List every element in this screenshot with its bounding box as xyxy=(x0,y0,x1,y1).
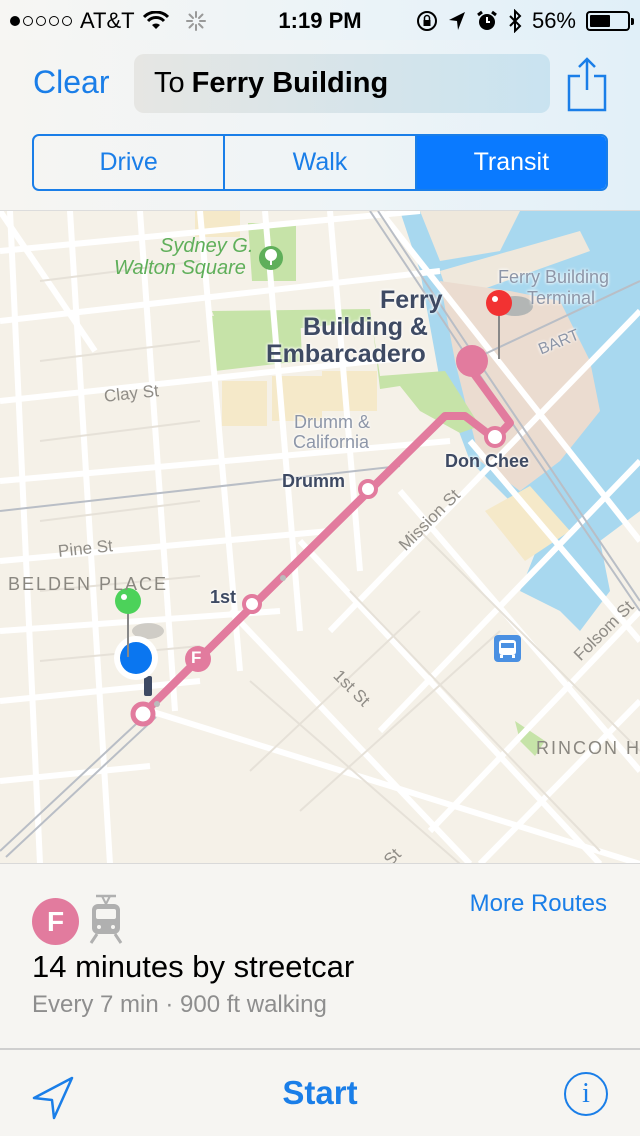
bluetooth-icon xyxy=(509,9,522,33)
stop-don-chee xyxy=(484,426,506,448)
f-line-badge: F xyxy=(32,898,79,945)
route-duration: 14 minutes by streetcar xyxy=(32,949,355,984)
stop-1st xyxy=(242,594,262,614)
block xyxy=(322,371,377,411)
poi-label-line2[interactable]: Building & xyxy=(303,314,428,341)
carrier-name: AT&T xyxy=(80,8,135,33)
destination-field[interactable]: To Ferry Building xyxy=(134,54,550,113)
rincon-hill-label: RINCON H xyxy=(536,738,640,758)
wifi-icon xyxy=(142,11,169,29)
share-icon[interactable] xyxy=(566,56,608,112)
bus-stop-icon xyxy=(494,635,521,662)
route-start-stop xyxy=(130,701,156,727)
destination-prefix: To xyxy=(154,67,185,99)
walking-segment xyxy=(144,676,152,696)
route-details: Every 7 min · 900 ft walking xyxy=(32,991,327,1018)
poi-label-line3[interactable]: Embarcadero xyxy=(266,341,426,368)
transport-mode-selector: Drive Walk Transit xyxy=(32,134,608,191)
don-chee-stop-label[interactable]: Don Chee xyxy=(445,451,529,472)
destination-name: Ferry Building xyxy=(191,67,389,99)
map-view[interactable]: Sydney G. Walton Square Ferry Building &… xyxy=(0,210,640,864)
clear-button[interactable]: Clear xyxy=(33,64,109,101)
location-arrow-icon xyxy=(448,12,465,30)
current-location-dot xyxy=(120,642,152,674)
start-button[interactable]: Start xyxy=(282,1074,357,1111)
location-arrow-icon[interactable] xyxy=(30,1074,76,1120)
drumm-stop-label[interactable]: Drumm xyxy=(282,471,345,492)
stop-drumm xyxy=(358,479,378,499)
battery-percent: 56% xyxy=(531,8,576,33)
mode-walk-tab[interactable]: Walk xyxy=(225,136,417,189)
bottom-toolbar: Start i xyxy=(0,1048,640,1136)
park-label-line1[interactable]: Sydney G. xyxy=(160,235,253,257)
mode-transit-tab[interactable]: Transit xyxy=(416,136,606,189)
terminal-label-line2[interactable]: Terminal xyxy=(527,288,595,308)
info-icon: i xyxy=(582,1078,590,1109)
alarm-icon xyxy=(477,10,497,30)
clock: 1:19 PM xyxy=(278,8,362,33)
terminal-label-line1[interactable]: Ferry Building xyxy=(498,267,609,287)
minor-stop xyxy=(280,575,286,581)
drumm-california-label-line1[interactable]: Drumm & xyxy=(294,412,370,432)
battery-icon xyxy=(586,11,634,31)
mode-drive-tab[interactable]: Drive xyxy=(34,136,226,189)
block xyxy=(222,381,267,426)
streetcar-icon xyxy=(89,894,123,944)
signal-strength-icon xyxy=(10,16,72,26)
1st-stop-label[interactable]: 1st xyxy=(210,587,236,608)
rotation-lock-icon xyxy=(416,11,437,31)
destination-stop xyxy=(456,345,488,377)
minor-stop xyxy=(154,701,160,707)
park-label-line2[interactable]: Walton Square xyxy=(114,257,246,279)
destination-pin-icon xyxy=(486,290,512,316)
more-routes-button[interactable]: More Routes xyxy=(470,890,607,918)
activity-spinner-icon xyxy=(185,11,206,31)
drumm-california-label-line2[interactable]: California xyxy=(293,432,369,452)
belden-place-label: BELDEN PLACE xyxy=(8,574,169,594)
status-bar: AT&T 1:19 PM 56% xyxy=(0,0,640,40)
route-summary-panel[interactable]: F More Routes 14 minutes by streetcar Ev… xyxy=(0,863,640,1049)
poi-label-line1[interactable]: Ferry xyxy=(380,287,443,314)
f-line-badge-label: F xyxy=(191,648,202,667)
info-button[interactable]: i xyxy=(564,1072,608,1116)
